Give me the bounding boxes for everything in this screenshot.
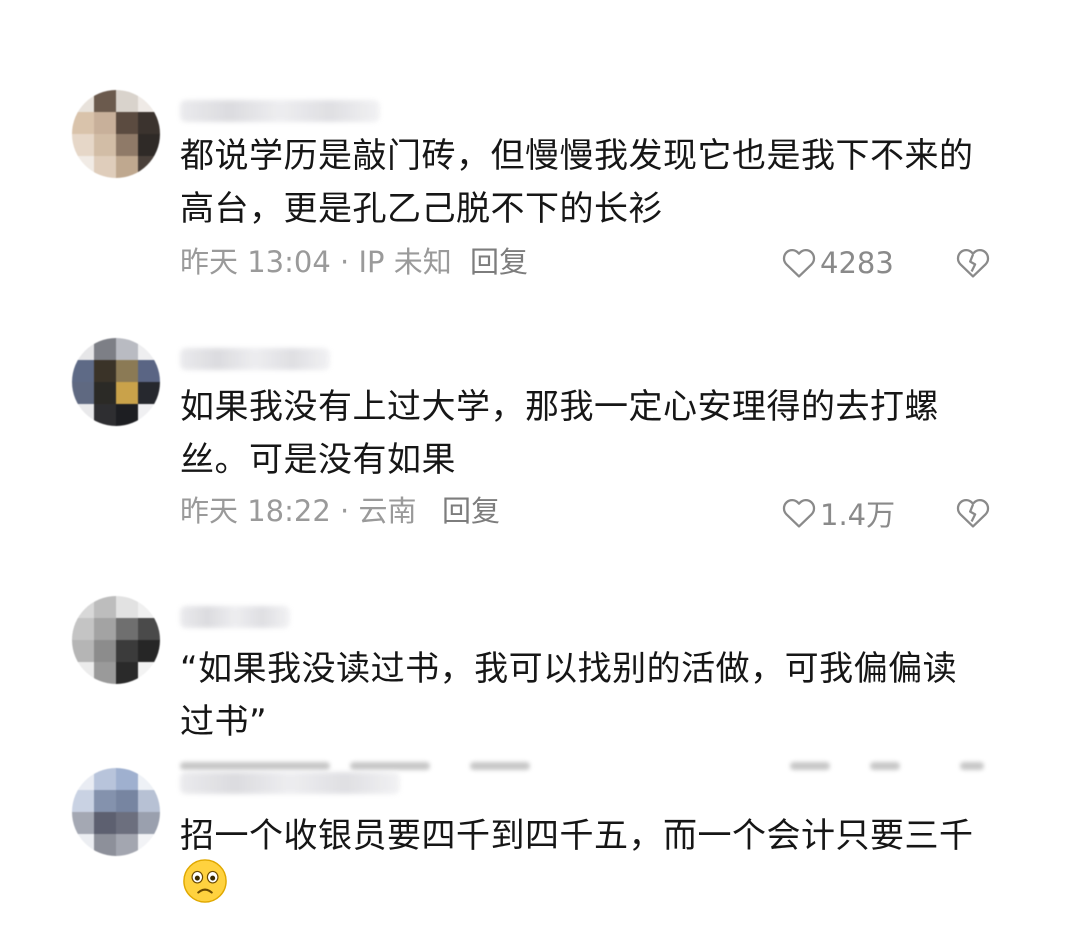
like-count: 1.4万 (820, 498, 896, 532)
comment-text: 招一个收银员要四千到四千五，而一个会计只要三千 (180, 810, 1000, 863)
heart-outline-icon (782, 499, 816, 528)
avatar[interactable] (72, 338, 160, 426)
comment-text-line: 过书” (180, 702, 268, 742)
username[interactable] (180, 348, 330, 370)
like-button[interactable]: 4283 (782, 243, 894, 283)
username[interactable] (180, 100, 380, 122)
broken-heart-icon[interactable] (956, 246, 990, 280)
like-count: 4283 (820, 246, 894, 280)
avatar[interactable] (72, 768, 160, 856)
comment-text: 都说学历是敲门砖，但慢慢我发现它也是我下不来的 高台，更是孔乙己脱不下的长衫 (180, 130, 1000, 236)
comment-meta: 昨天 18:22 · 云南 (180, 494, 417, 528)
comment-meta: 昨天 13:04 · IP 未知 (180, 245, 452, 279)
comment-text-line: “如果我没读过书，我可以找别的活做，可我偏偏读 (180, 649, 958, 689)
comment-text: “如果我没读过书，我可以找别的活做，可我偏偏读 过书” (180, 643, 1000, 749)
comment-text-line: 高台，更是孔乙己脱不下的长衫 (180, 189, 663, 229)
comment-text-line: 都说学历是敲门砖，但慢慢我发现它也是我下不来的 (180, 136, 974, 176)
worried-face-emoji-icon (183, 859, 227, 903)
heart-outline-icon (782, 249, 816, 278)
comment-text-line: 如果我没有上过大学，那我一定心安理得的去打螺 (180, 387, 939, 427)
username[interactable] (180, 606, 290, 628)
broken-heart-icon[interactable] (956, 496, 990, 530)
reply-button[interactable]: 回复 (470, 242, 528, 282)
comment-text-line: 招一个收银员要四千到四千五，而一个会计只要三千 (180, 816, 974, 856)
like-button[interactable]: 1.4万 (782, 493, 895, 533)
avatar[interactable] (72, 596, 160, 684)
avatar[interactable] (72, 90, 160, 178)
reply-button[interactable]: 回复 (442, 491, 500, 531)
username[interactable] (180, 772, 400, 794)
comment-text: 如果我没有上过大学，那我一定心安理得的去打螺 丝。可是没有如果 (180, 381, 1000, 487)
comment-text-line: 丝。可是没有如果 (180, 440, 456, 480)
obscured-meta-row (0, 758, 1080, 772)
